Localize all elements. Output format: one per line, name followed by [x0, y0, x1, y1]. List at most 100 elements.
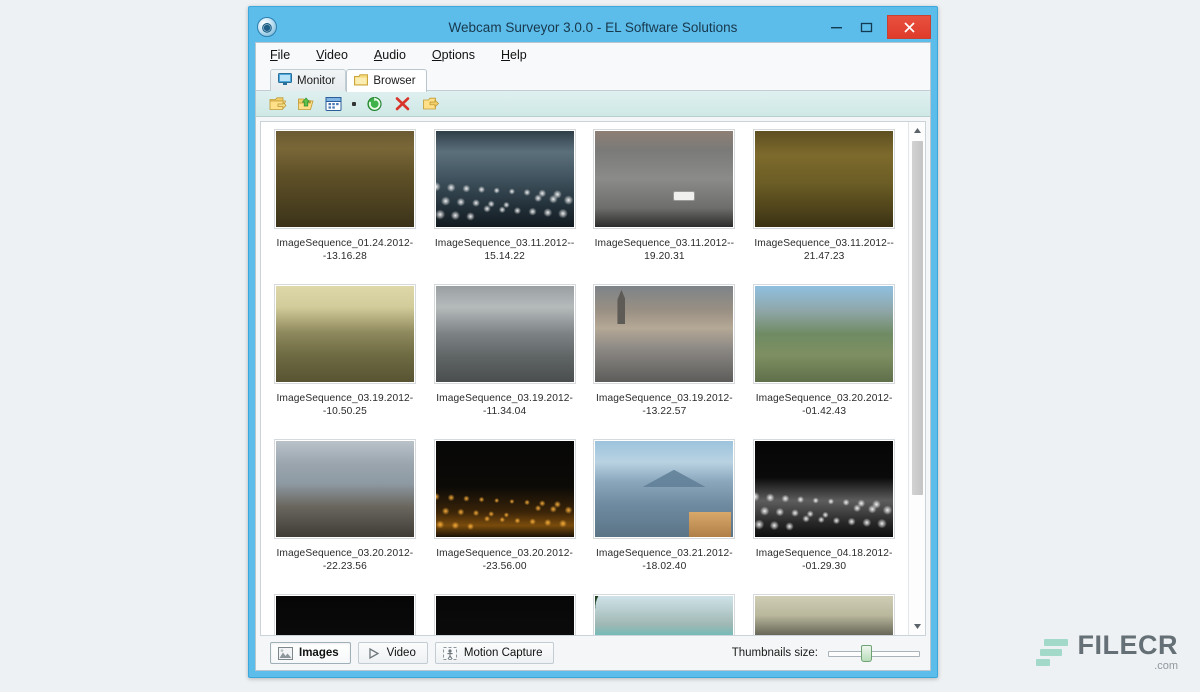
filecr-logo-icon	[1035, 636, 1069, 668]
thumbnail-image[interactable]	[594, 130, 735, 228]
mode-motion-capture-button[interactable]: Motion Capture	[434, 642, 555, 664]
thumbnail-image-wrap	[752, 438, 897, 540]
thumbnail-item[interactable]: ImageSequence_03.11.2012--19.20.31	[585, 124, 745, 279]
thumbnail-image[interactable]	[754, 130, 895, 228]
thumbnail-item[interactable]	[265, 589, 425, 635]
thumbnail-image[interactable]	[754, 595, 895, 635]
menu-help[interactable]: Help	[501, 48, 527, 62]
thumbnail-item[interactable]: ImageSequence_01.24.2012--13.16.28	[265, 124, 425, 279]
thumbnail-item[interactable]: ImageSequence_03.19.2012--13.22.57	[585, 279, 745, 434]
thumbnail-item[interactable]: ImageSequence_03.19.2012--11.34.04	[425, 279, 585, 434]
mode-images-button[interactable]: Images	[270, 642, 351, 664]
thumbnail-lights-overlay	[435, 441, 574, 537]
client-area: File Video Audio Options Help Monitor Br…	[255, 42, 931, 671]
thumbnail-caption: ImageSequence_03.11.2012--15.14.22	[434, 238, 575, 262]
thumbnail-image[interactable]	[274, 440, 415, 538]
thumbnail-lights-overlay	[435, 596, 574, 635]
thumbnail-image-wrap	[592, 438, 737, 540]
thumbnail-image[interactable]	[434, 595, 575, 635]
tab-monitor[interactable]: Monitor	[270, 69, 347, 91]
thumbnail-image[interactable]	[594, 285, 735, 383]
thumbnail-caption: ImageSequence_03.19.2012--10.50.25	[276, 393, 414, 417]
thumbnail-item[interactable]	[425, 589, 585, 635]
thumbnail-item[interactable]: ImageSequence_03.20.2012--22.23.56	[265, 434, 425, 589]
scrollbar-thumb[interactable]	[912, 141, 923, 496]
thumbnail-lights-overlay	[755, 441, 894, 537]
menu-audio[interactable]: Audio	[374, 48, 406, 62]
window-controls	[821, 15, 931, 39]
thumbnail-item[interactable]: ImageSequence_03.11.2012--15.14.22	[425, 124, 585, 279]
thumbnail-image-wrap	[432, 128, 577, 230]
thumbnail-image-wrap	[752, 593, 897, 635]
maximize-button[interactable]	[851, 16, 881, 38]
thumbnail-image[interactable]	[434, 285, 575, 383]
tab-strip: Monitor Browser	[256, 67, 930, 92]
thumbnail-item[interactable]: ImageSequence_03.11.2012--21.47.23	[744, 124, 904, 279]
thumbnail-image[interactable]	[274, 130, 415, 228]
thumbnail-image-wrap	[592, 128, 737, 230]
thumbnail-item[interactable]: ImageSequence_03.21.2012--18.02.40	[585, 434, 745, 589]
thumbnail-item[interactable]: ImageSequence_03.20.2012--01.42.43	[744, 279, 904, 434]
thumbnail-image-wrap	[432, 438, 577, 540]
thumbnail-image[interactable]	[434, 440, 575, 538]
monitor-icon	[278, 72, 292, 89]
thumbnail-size-slider[interactable]	[828, 645, 920, 662]
mode-images-label: Images	[299, 647, 339, 659]
thumbnail-item[interactable]: ImageSequence_03.19.2012--10.50.25	[265, 279, 425, 434]
open-folder-icon[interactable]	[268, 94, 287, 113]
menu-file-rest: ile	[277, 48, 291, 62]
thumbnail-image[interactable]	[594, 595, 735, 635]
vertical-scrollbar[interactable]	[908, 122, 925, 635]
thumbnail-caption: ImageSequence_03.21.2012--18.02.40	[596, 548, 733, 572]
tab-browser[interactable]: Browser	[346, 69, 427, 92]
toolbar	[256, 91, 930, 117]
image-icon	[278, 646, 293, 661]
slider-thumb[interactable]	[861, 645, 873, 662]
thumbnail-image[interactable]	[754, 285, 895, 383]
thumbnail-image[interactable]	[274, 595, 415, 635]
thumbnail-item[interactable]: ImageSequence_04.18.2012--01.29.30	[744, 434, 904, 589]
title-bar: ◉ Webcam Surveyor 3.0.0 - EL Software So…	[255, 12, 931, 42]
thumbnail-image[interactable]	[434, 130, 575, 228]
menu-options[interactable]: Options	[432, 48, 475, 62]
mode-video-button[interactable]: Video	[357, 642, 428, 664]
calendar-icon[interactable]	[324, 94, 343, 113]
menu-help-rest: elp	[510, 48, 527, 62]
filecr-domain: .com	[1154, 660, 1178, 672]
thumbnail-image[interactable]	[274, 285, 415, 383]
thumbnail-image-wrap	[432, 283, 577, 385]
scroll-down-icon[interactable]	[909, 618, 925, 635]
minimize-button[interactable]	[821, 16, 851, 38]
menu-video[interactable]: Video	[316, 48, 348, 62]
thumbnail-image-wrap	[592, 593, 737, 635]
menu-audio-rest: udio	[382, 48, 406, 62]
filecr-name: FILECR	[1077, 630, 1178, 660]
thumbnail-item[interactable]: ImageSequence_03.20.2012--23.56.00	[425, 434, 585, 589]
scrollbar-track[interactable]	[909, 139, 925, 618]
dropdown-dot-icon[interactable]	[352, 101, 356, 106]
export-folder-icon[interactable]	[296, 94, 315, 113]
menu-video-rest: ideo	[324, 48, 348, 62]
thumbnail-image-wrap	[592, 283, 737, 385]
menu-file[interactable]: File	[270, 48, 290, 62]
scroll-up-icon[interactable]	[909, 122, 925, 139]
thumbnail-caption: ImageSequence_03.19.2012--11.34.04	[436, 393, 573, 417]
thumbnail-image-wrap	[752, 128, 897, 230]
thumbnail-item[interactable]	[744, 589, 904, 635]
folder-icon	[354, 73, 369, 89]
thumbnail-caption: ImageSequence_04.18.2012--01.29.30	[755, 548, 893, 572]
thumbnail-image[interactable]	[594, 440, 735, 538]
thumbnail-image[interactable]	[754, 440, 895, 538]
close-button[interactable]	[887, 15, 931, 39]
filecr-wordmark: FILECR .com	[1078, 632, 1179, 672]
thumbnail-image-wrap	[752, 283, 897, 385]
open-location-icon[interactable]	[421, 94, 440, 113]
bottom-bar: Images Video Motion Capture Thumbnails s…	[256, 636, 930, 670]
thumbnail-caption: ImageSequence_03.19.2012--13.22.57	[596, 393, 733, 417]
slider-track[interactable]	[828, 651, 920, 657]
thumbnail-item[interactable]	[585, 589, 745, 635]
delete-icon[interactable]	[393, 94, 412, 113]
refresh-icon[interactable]	[365, 94, 384, 113]
thumbnail-browser: ImageSequence_01.24.2012--13.16.28 ImageS…	[260, 121, 926, 636]
application-window: ◉ Webcam Surveyor 3.0.0 - EL Software So…	[248, 6, 938, 678]
